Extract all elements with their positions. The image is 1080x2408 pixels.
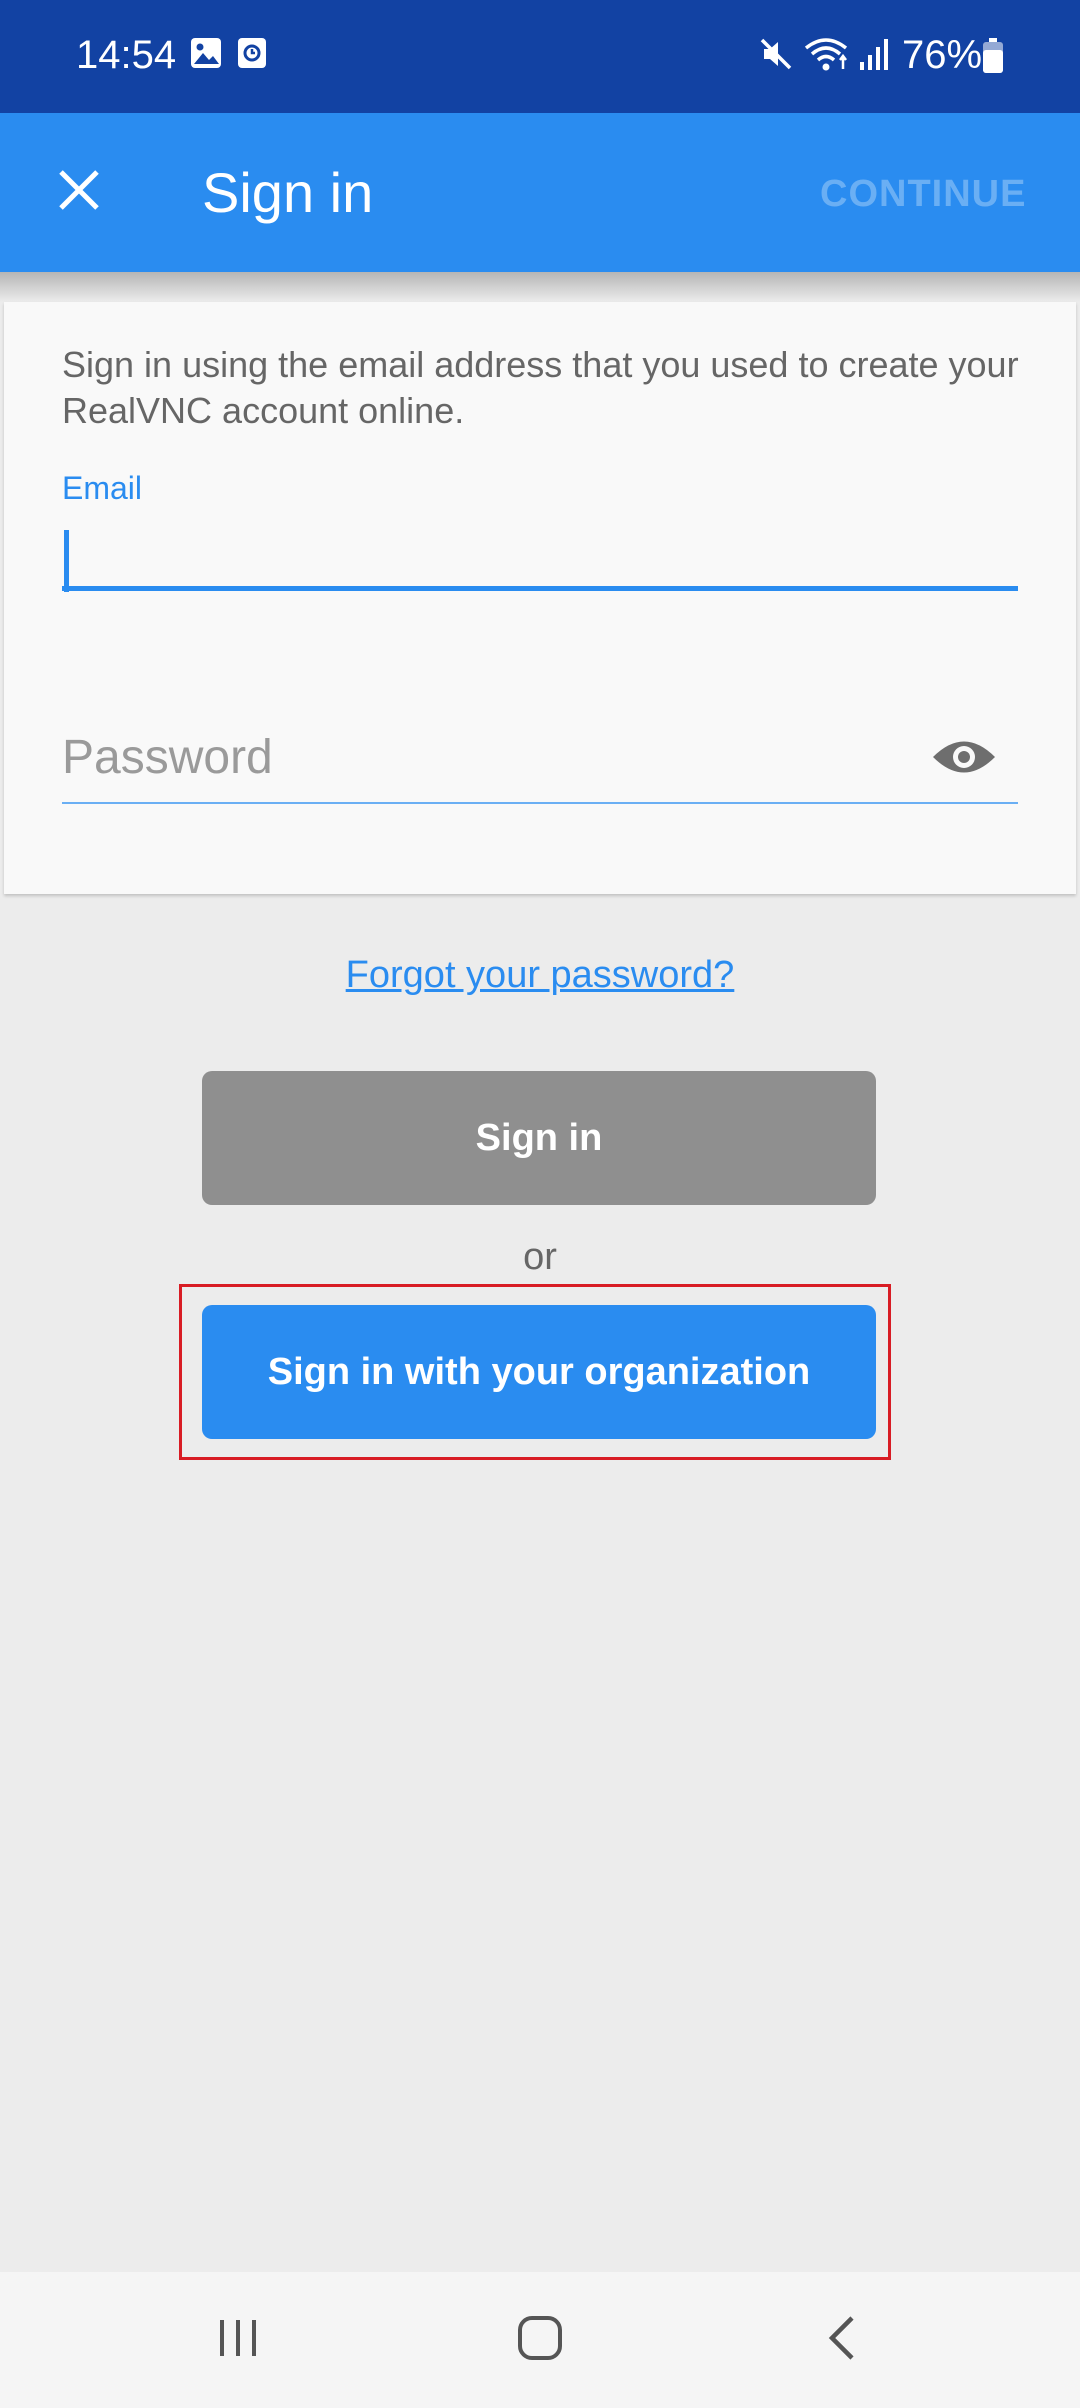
password-placeholder: Password bbox=[62, 731, 273, 784]
app-bar: Sign in CONTINUE bbox=[0, 113, 1080, 272]
recent-apps-icon bbox=[216, 2316, 260, 2365]
sign-in-button[interactable]: Sign in bbox=[202, 1071, 876, 1205]
back-icon bbox=[826, 2314, 858, 2367]
home-button[interactable] bbox=[480, 2300, 600, 2380]
password-field[interactable]: Password bbox=[62, 722, 1018, 804]
home-icon bbox=[516, 2314, 564, 2367]
forgot-password-container: Forgot your password? bbox=[0, 950, 1080, 1000]
battery-icon bbox=[982, 38, 1004, 79]
text-caret bbox=[64, 530, 69, 592]
intro-text: Sign in using the email address that you… bbox=[62, 344, 1019, 431]
sign-in-org-button-label: Sign in with your organization bbox=[267, 1350, 811, 1393]
app-bar-shadow bbox=[0, 272, 1080, 302]
recent-apps-button[interactable] bbox=[178, 2300, 298, 2380]
show-password-button[interactable] bbox=[928, 734, 1000, 784]
system-nav-bar bbox=[0, 2272, 1080, 2408]
forgot-password-link[interactable]: Forgot your password? bbox=[346, 954, 735, 996]
page-title: Sign in bbox=[202, 161, 374, 224]
close-icon bbox=[57, 168, 101, 217]
status-bar: 14:54 76% bbox=[0, 0, 1080, 113]
screen-record-icon bbox=[236, 36, 268, 75]
sign-in-with-organization-button[interactable]: Sign in with your organization bbox=[202, 1305, 876, 1439]
mute-icon bbox=[758, 36, 794, 77]
status-time: 14:54 bbox=[76, 33, 177, 77]
signal-icon bbox=[858, 36, 890, 77]
email-label: Email bbox=[62, 470, 143, 506]
eye-icon bbox=[931, 736, 997, 783]
gallery-icon bbox=[189, 36, 223, 75]
continue-button[interactable]: CONTINUE bbox=[820, 171, 1026, 217]
battery-percent: 76% bbox=[902, 33, 983, 77]
sign-in-button-label: Sign in bbox=[475, 1116, 603, 1159]
sign-in-form: Sign in using the email address that you… bbox=[4, 302, 1076, 894]
back-button[interactable] bbox=[782, 2300, 902, 2380]
or-separator: or bbox=[523, 1236, 557, 1278]
email-field[interactable] bbox=[62, 524, 1018, 592]
close-button[interactable] bbox=[38, 151, 120, 233]
wifi-icon bbox=[804, 36, 848, 77]
